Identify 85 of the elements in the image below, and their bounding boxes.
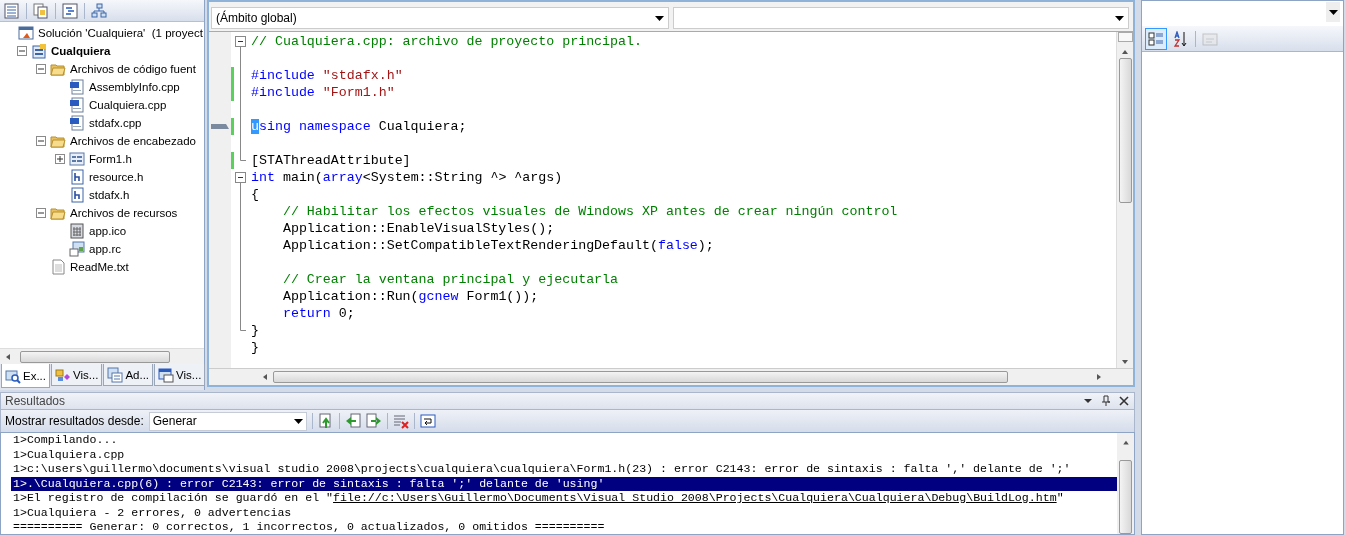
tree-item[interactable]: Cualquiera — [51, 45, 111, 57]
code-line: return 0; — [281, 306, 355, 321]
code-line: #include "stdafx.h" — [251, 68, 403, 83]
next-icon[interactable] — [365, 413, 382, 429]
hierarchy-icon[interactable] — [91, 2, 107, 19]
code-icon[interactable] — [62, 2, 78, 19]
vertical-scrollbar[interactable] — [1117, 433, 1134, 534]
code-line: } — [251, 340, 259, 355]
tree-item[interactable]: app.rc — [89, 243, 121, 255]
form-icon — [69, 151, 85, 167]
window-icon — [18, 25, 34, 41]
dropdown-arrow-icon — [293, 418, 303, 424]
output-line[interactable]: ========== Generar: 0 correctos, 1 incorrectos, 0 actualizados, 0 omitidos ========== — [11, 520, 1117, 534]
properties-icon[interactable] — [4, 2, 20, 19]
dropdown-arrow-icon — [1115, 15, 1124, 21]
previous-icon[interactable] — [344, 413, 361, 429]
code-line: Application::Run(gcnew Form1()); — [281, 289, 539, 304]
code-line: } — [251, 323, 259, 338]
output-line[interactable]: 1>Compilando... — [11, 433, 1117, 448]
panel-tab[interactable]: Ad... — [103, 364, 154, 386]
close-icon[interactable] — [1118, 395, 1130, 407]
code-line: // Habilitar los efectos visuales de Windows XP antes de crear ningún control — [281, 204, 898, 219]
tree-item[interactable]: Cualquiera.cpp — [89, 99, 167, 111]
word-wrap-icon[interactable] — [419, 413, 436, 429]
documents-icon[interactable] — [33, 2, 49, 19]
code-line: [STAThreadAttribute] — [251, 153, 411, 168]
output-line[interactable]: 1>Cualquiera - 2 errores, 0 advertencias — [11, 505, 1117, 520]
output-source-dropdown[interactable]: Generar — [148, 411, 307, 431]
collapse-icon[interactable] — [235, 33, 247, 50]
collapse-icon[interactable] — [235, 169, 247, 186]
code-line: { — [251, 187, 259, 202]
tree-item[interactable]: Solución 'Cualquiera' (1 proyect — [38, 27, 203, 39]
code-line: #include "Form1.h" — [251, 85, 395, 100]
scope-dropdown[interactable]: (Ámbito global) — [211, 7, 669, 29]
panel-tab[interactable]: Vis... — [154, 364, 206, 386]
folder-icon — [50, 133, 66, 149]
tree-item[interactable]: Archivos de código fuent — [70, 63, 196, 75]
folder-icon — [50, 205, 66, 221]
tree-item[interactable]: ReadMe.txt — [70, 261, 129, 273]
folder-icon — [50, 61, 66, 77]
code-file-icon — [69, 79, 85, 95]
panel-tab[interactable]: Vis... — [51, 364, 103, 386]
build-log-link[interactable]: file://c:\Users\Guillermo\Documents\Visual Studio 2008\Projects\Cualquiera\Cualquiera\Debug\BuildLog.htm — [333, 491, 1057, 504]
tree-item[interactable]: resource.h — [89, 171, 144, 183]
panel-title: Resultados — [5, 394, 66, 408]
panel-tab[interactable]: Ex... — [1, 364, 50, 388]
project-icon — [31, 43, 47, 59]
horizontal-scrollbar[interactable] — [209, 368, 1133, 385]
code-line: using namespace Cualquiera; — [251, 119, 467, 134]
tree-item[interactable]: Form1.h — [89, 153, 132, 165]
tree-item[interactable]: app.ico — [89, 225, 127, 237]
vertical-scrollbar[interactable] — [1116, 32, 1133, 368]
class-view-icon — [55, 366, 71, 383]
clear-icon[interactable] — [392, 413, 409, 429]
code-line: // Crear la ventana principal y ejecutarla — [281, 272, 619, 287]
expand-icon[interactable] — [55, 154, 65, 164]
header-file-icon — [69, 169, 85, 185]
text-file-icon — [50, 259, 66, 275]
grid-icon — [69, 223, 85, 239]
tree-item[interactable]: stdafx.h — [89, 189, 130, 201]
output-line[interactable]: 1>Cualquiera.cpp — [11, 447, 1117, 462]
code-line: Application::EnableVisualStyles(); — [281, 221, 555, 236]
window-icon — [158, 366, 175, 383]
code-line: Application::SetCompatibleTextRenderingDefault(false); — [281, 238, 714, 253]
header-file-icon — [69, 187, 85, 203]
horizontal-scrollbar[interactable] — [0, 348, 204, 364]
output-source-label: Mostrar resultados desde: — [5, 414, 144, 428]
window-list-icon — [107, 366, 124, 383]
code-line: int main(array<System::String ^> ^args) — [251, 170, 563, 185]
magnifier-icon — [5, 367, 21, 384]
tree-item[interactable]: AssemblyInfo.cpp — [89, 81, 180, 93]
dropdown-arrow-icon — [655, 15, 664, 21]
code-file-icon — [69, 115, 85, 131]
pin-icon[interactable] — [1100, 395, 1112, 407]
categorized-button[interactable] — [1145, 27, 1167, 50]
code-file-icon — [69, 97, 85, 113]
split-handle[interactable] — [1117, 32, 1133, 42]
tree-item[interactable]: stdafx.cpp — [89, 117, 142, 129]
output-line[interactable]: 1>El registro de compilación se guardó en el "file://c:\Users\Guillermo\Documents\Visual Studio 2008\Projects\Cualquiera\Cualquiera\Debug\BuildLog.htm" — [11, 491, 1117, 506]
code-line: // Cualquiera.cpp: archivo de proyecto principal. — [251, 34, 642, 49]
tree-item[interactable]: Archivos de encabezado — [70, 135, 196, 147]
tree-item[interactable]: Archivos de recursos — [70, 207, 178, 219]
resource-icon — [69, 241, 85, 257]
output-line[interactable]: 1>c:\users\guillermo\documents\visual studio 2008\projects\cualquiera\cualquiera\Form1.h(23) : error C2143: error de sintaxis : falta ',' delante de ';' — [11, 462, 1117, 477]
dropdown-arrow-icon — [1328, 9, 1338, 15]
